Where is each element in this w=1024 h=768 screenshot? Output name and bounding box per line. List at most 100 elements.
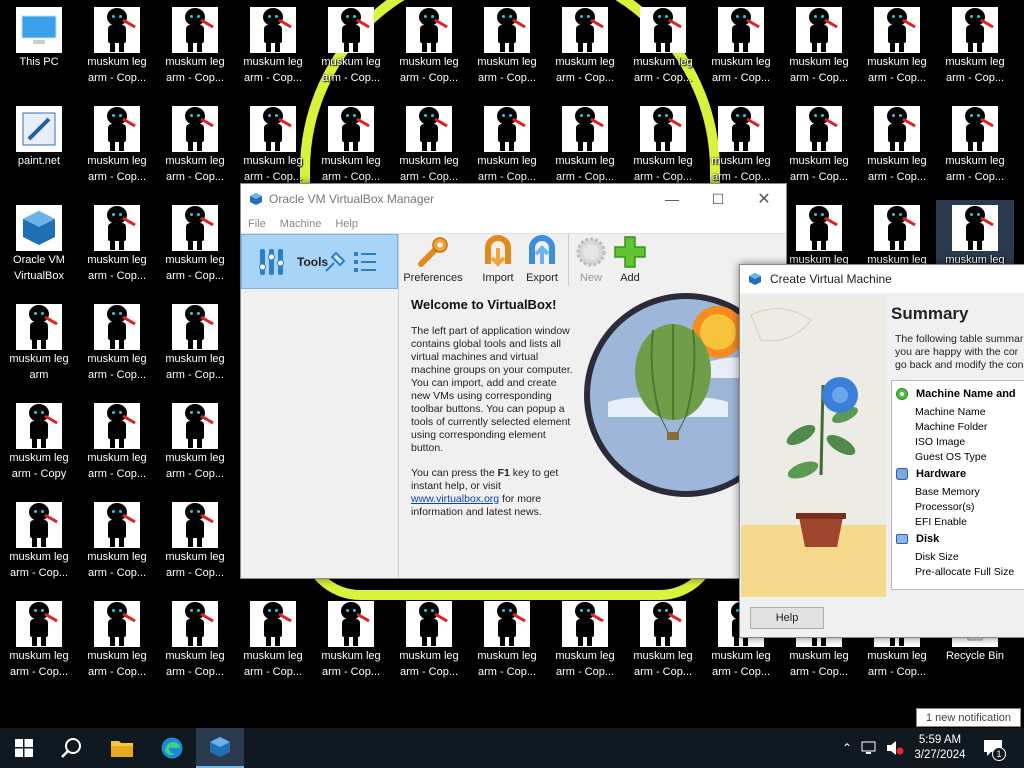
desktop-icon-file[interactable]: muskum leg arm - Cop... [858, 101, 936, 200]
intro-line: go back and modify the con [895, 359, 1024, 371]
thumbnail-this-pc [16, 7, 62, 53]
preferences-icon [418, 237, 448, 267]
desktop-icon-label: arm - Cop... [867, 171, 927, 183]
clock[interactable]: 5:59 AM 3/27/2024 [906, 728, 974, 768]
desktop-icon-file[interactable]: muskum leg arm - Cop... [234, 596, 312, 695]
desktop-icon-file[interactable]: muskum leg arm - Cop... [936, 101, 1014, 200]
start-button[interactable] [0, 728, 48, 768]
desktop-icon-label: Recycle Bin [945, 650, 1005, 662]
export-button[interactable]: Export [522, 234, 562, 284]
desktop-icon-file[interactable]: muskum leg arm - Cop... [858, 2, 936, 101]
desktop-icon-file[interactable]: muskum leg arm - Cop... [702, 2, 780, 101]
desktop-icon-file[interactable]: muskum leg arm - Cop... [156, 497, 234, 596]
desktop-icon-file[interactable]: muskum leg arm - Cop... [78, 398, 156, 497]
network-icon[interactable] [860, 728, 880, 768]
desktop-icon-label: arm - Cop... [87, 369, 147, 381]
action-center-button[interactable]: 1 [978, 728, 1008, 768]
table-row: Machine Name [915, 406, 986, 418]
desktop-icon-file[interactable]: muskum leg arm - Cop... [0, 596, 78, 695]
desktop-icon-file[interactable]: muskum leg arm - Cop... [78, 2, 156, 101]
help-text-a: You can press the [411, 467, 498, 479]
edge-button[interactable] [148, 728, 196, 768]
close-button[interactable]: ✕ [741, 184, 787, 214]
import-button[interactable]: Import [478, 234, 518, 284]
desktop-icon-file[interactable]: muskum leg arm - Cop... [156, 596, 234, 695]
desktop-icon-paint-net[interactable]: paint.net [0, 101, 78, 200]
thumbnail-file [406, 106, 452, 152]
thumbnail-file [952, 205, 998, 251]
thumbnail-file [796, 106, 842, 152]
desktop-icon-label: arm - Cop... [399, 171, 459, 183]
desktop-icon-file[interactable]: muskum leg arm - Cop... [156, 200, 234, 299]
desktop-icon-file[interactable]: muskum leg arm - Cop... [312, 596, 390, 695]
add-button[interactable]: Add [610, 234, 650, 284]
desktop-icon-file[interactable]: muskum leg arm - Cop... [156, 101, 234, 200]
thumbnail-file [94, 601, 140, 647]
show-hidden-icons-button[interactable]: ⌃ [836, 728, 858, 768]
desktop-icon-file[interactable]: muskum leg arm - Cop... [78, 497, 156, 596]
notification-toast[interactable]: 1 new notification [916, 708, 1021, 727]
desktop-icon-file[interactable]: muskum leg arm - Cop... [78, 200, 156, 299]
virtualbox-taskbar-button[interactable] [196, 728, 244, 768]
desktop-icon-file[interactable]: muskum leg arm - Cop... [156, 398, 234, 497]
desktop-icon-file[interactable]: muskum leg arm - Cop... [468, 596, 546, 695]
desktop-icon-label: muskum leg [867, 650, 927, 662]
desktop-icon-label: arm - Cop... [165, 270, 225, 282]
menu-machine[interactable]: Machine [273, 218, 329, 230]
maximize-button[interactable]: ☐ [695, 184, 741, 214]
desktop-icon-file[interactable]: muskum leg arm - Cop... [156, 2, 234, 101]
pin-icon[interactable] [322, 249, 348, 278]
desktop-icon-file[interactable]: muskum leg arm - Cop... [234, 2, 312, 101]
title-bar[interactable]: Oracle VM VirtualBox Manager — ☐ ✕ [241, 184, 786, 214]
help-button[interactable]: Help [750, 607, 824, 629]
desktop-icon-label: muskum leg [789, 155, 849, 167]
thumbnail-file [952, 106, 998, 152]
desktop-icon-file[interactable]: muskum leg arm - Cop... [156, 299, 234, 398]
thumbnail-file [172, 7, 218, 53]
new-button[interactable]: New [571, 234, 611, 284]
desktop-icon-label: arm - Cop... [87, 72, 147, 84]
thumbnail-file [94, 502, 140, 548]
desktop-icon-file[interactable]: muskum leg arm - Cop... [78, 101, 156, 200]
desktop-icon-file[interactable]: muskum leg arm - Cop... [78, 299, 156, 398]
disk-icon [896, 534, 908, 544]
virtualbox-link[interactable]: www.virtualbox.org [411, 493, 499, 505]
desktop-icon-file[interactable]: muskum leg arm - Cop... [546, 596, 624, 695]
desktop-icon-file[interactable]: muskum leg arm - Cop... [312, 2, 390, 101]
desktop-icon-file[interactable]: muskum leg arm - Cop... [546, 2, 624, 101]
desktop-icon-file[interactable]: muskum leg arm [0, 299, 78, 398]
file-explorer-button[interactable] [98, 728, 146, 768]
tools-item[interactable]: Tools [241, 234, 398, 289]
virtualbox-icon [210, 737, 230, 757]
tools-icon [257, 245, 291, 282]
desktop-icon-file[interactable]: muskum leg arm - Cop... [0, 497, 78, 596]
desktop-icon-label: arm - Cop... [399, 72, 459, 84]
desktop-icon-label: arm - Cop... [555, 72, 615, 84]
desktop-icon-file[interactable]: muskum leg arm - Cop... [624, 2, 702, 101]
desktop-icon-file[interactable]: muskum leg arm - Cop... [390, 2, 468, 101]
desktop-icon-virtualbox[interactable]: Oracle VM VirtualBox [0, 200, 78, 299]
desktop-icon-file[interactable]: muskum leg arm - Cop... [780, 101, 858, 200]
volume-muted-icon[interactable] [884, 728, 906, 768]
desktop-icon-this-pc[interactable]: This PC [0, 2, 78, 101]
dialog-title-bar[interactable]: Create Virtual Machine [740, 265, 1024, 293]
desktop-icon-file[interactable]: muskum leg arm - Cop... [390, 596, 468, 695]
desktop-icon-label: muskum leg [9, 353, 69, 365]
menu-help[interactable]: Help [328, 218, 365, 230]
desktop-icon-file[interactable]: muskum leg arm - Cop... [624, 596, 702, 695]
search-button[interactable] [48, 728, 96, 768]
desktop-icon-file[interactable]: muskum leg arm - Copy [0, 398, 78, 497]
preferences-button[interactable]: Preferences [403, 234, 463, 284]
desktop-icon-label: arm - Cop... [165, 468, 225, 480]
desktop-icon-file[interactable]: muskum leg arm - Cop... [936, 2, 1014, 101]
minimize-button[interactable]: — [649, 184, 695, 214]
thumbnail-file [484, 601, 530, 647]
thumbnail-file [94, 205, 140, 251]
desktop-icon-file[interactable]: muskum leg arm - Cop... [78, 596, 156, 695]
list-menu-icon[interactable] [352, 249, 378, 278]
menu-file[interactable]: File [241, 218, 273, 230]
desktop-icon-file[interactable]: muskum leg arm - Cop... [468, 2, 546, 101]
desktop-icon-file[interactable]: muskum leg arm - Cop... [780, 2, 858, 101]
desktop-icon-label: arm - Cop... [87, 468, 147, 480]
desktop-icon-label: arm - Cop... [165, 567, 225, 579]
